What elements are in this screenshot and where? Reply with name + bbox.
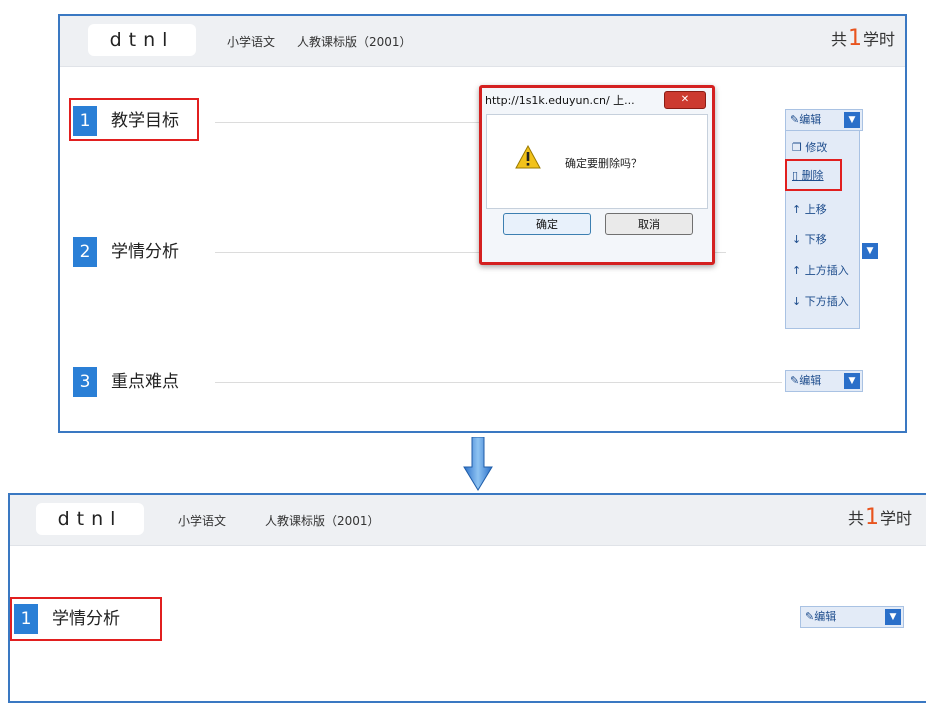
logo: dtnl <box>88 24 196 56</box>
arrow-down-icon: ↓ <box>792 295 802 308</box>
edit-label: ✎编辑 <box>790 113 822 126</box>
menu-item-move-down[interactable]: ↓ 下移 <box>792 231 827 247</box>
logo-text: dtnl <box>57 508 123 530</box>
row-divider <box>215 252 480 253</box>
pencil-icon: ✎ <box>790 374 800 387</box>
section-title: 重点难点 <box>111 372 179 392</box>
edition-label: 人教课标版（2001） <box>297 35 412 49</box>
highlight-box <box>69 98 199 141</box>
section-title: 学情分析 <box>111 242 179 262</box>
panel-header: dtnl 小学语文 人教课标版（2001） 共1学时 <box>10 495 926 546</box>
section-number: 3 <box>73 367 97 397</box>
chevron-down-icon[interactable]: ▼ <box>844 112 860 128</box>
hours-suffix: 学时 <box>880 509 913 528</box>
warning-icon <box>515 145 541 169</box>
edit-label: ✎编辑 <box>790 374 822 387</box>
arrow-up-icon: ↑ <box>792 203 802 216</box>
cancel-button[interactable]: 取消 <box>605 213 693 235</box>
edit-dropdown-button[interactable]: ✎编辑 ▼ <box>800 606 904 628</box>
logo: dtnl <box>36 503 144 535</box>
edit-dropdown-button[interactable]: ✎编辑 ▼ <box>785 109 863 131</box>
dialog-message: 确定要删除吗？ <box>565 157 642 170</box>
logo-text: dtnl <box>109 29 175 51</box>
subject-label: 小学语文 <box>178 514 227 528</box>
menu-item-insert-below[interactable]: ↓ 下方插入 <box>792 293 849 309</box>
lesson-hours: 共1学时 <box>848 505 912 530</box>
arrow-down-icon: ↓ <box>792 233 802 246</box>
row-divider <box>215 122 480 123</box>
hours-prefix: 共 <box>848 509 865 528</box>
menu-item-modify[interactable]: ❐ 修改 <box>792 139 827 155</box>
edit-label: ✎编辑 <box>805 610 837 623</box>
panel-header: dtnl 小学语文 人教课标版（2001） 共1学时 <box>60 16 905 67</box>
dialog-body: 确定要删除吗？ <box>486 114 708 209</box>
subject-label: 小学语文 <box>227 35 276 49</box>
hours-suffix: 学时 <box>862 30 895 49</box>
row-divider <box>215 382 782 383</box>
close-icon[interactable]: ✕ <box>664 91 706 109</box>
pencil-icon: ✎ <box>790 113 800 126</box>
edition-label: 人教课标版（2001） <box>265 514 380 528</box>
highlight-box <box>785 159 842 191</box>
confirm-dialog: http://1s1k.eduyun.cn/ 上... ✕ 确定要删除吗？ 确定… <box>479 85 715 265</box>
hours-count: 1 <box>847 26 862 51</box>
copy-icon: ❐ <box>792 141 802 154</box>
ok-button[interactable]: 确定 <box>503 213 591 235</box>
chevron-down-icon[interactable]: ▼ <box>844 373 860 389</box>
flow-down-arrow-icon <box>463 437 493 491</box>
menu-item-move-up[interactable]: ↑ 上移 <box>792 201 827 217</box>
chevron-down-icon[interactable]: ▼ <box>862 243 878 259</box>
pencil-icon: ✎ <box>805 610 815 623</box>
highlight-box <box>10 597 162 641</box>
section-number: 2 <box>73 237 97 267</box>
arrow-up-icon: ↑ <box>792 264 802 277</box>
menu-item-insert-above[interactable]: ↑ 上方插入 <box>792 262 849 278</box>
dialog-title: http://1s1k.eduyun.cn/ 上... <box>485 94 635 107</box>
lesson-hours: 共1学时 <box>831 26 895 51</box>
hours-prefix: 共 <box>830 30 847 49</box>
edit-dropdown-button[interactable]: ✎编辑 ▼ <box>785 370 863 392</box>
chevron-down-icon[interactable]: ▼ <box>885 609 901 625</box>
hours-count: 1 <box>865 505 880 530</box>
